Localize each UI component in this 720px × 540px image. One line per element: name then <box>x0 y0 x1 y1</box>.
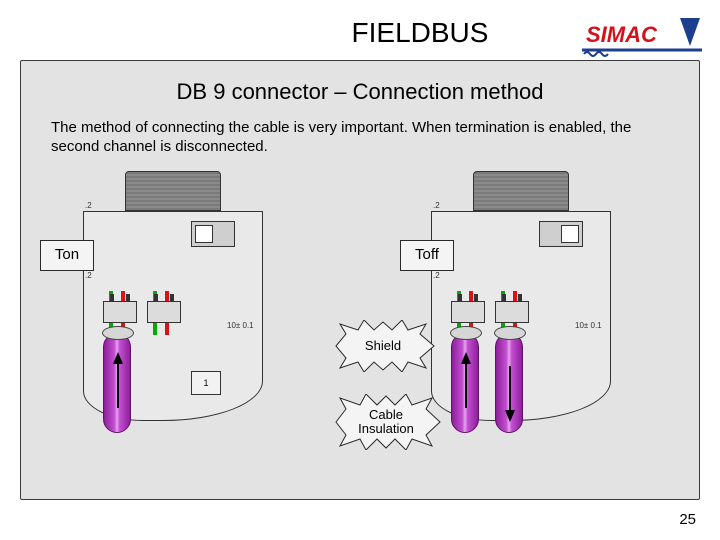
page-number: 25 <box>679 511 696 528</box>
callout-toff-label: Toff <box>415 246 439 263</box>
terminal-block <box>103 301 137 323</box>
dim-label: 10± 0.1 <box>575 321 602 330</box>
cable-icon <box>495 333 523 433</box>
dim-label: .2 <box>85 201 92 210</box>
callout-shield-label: Shield <box>359 339 407 353</box>
cable-icon <box>451 333 479 433</box>
termination-switch-on <box>191 221 235 247</box>
switch-slider-icon <box>195 225 213 243</box>
mini-box: 1 <box>191 371 221 395</box>
connector-right: .2 .2 10± 0.1 <box>409 171 641 451</box>
dim-label: .2 <box>433 201 440 210</box>
terminal-block <box>495 301 529 323</box>
simac-logo: SIMAC <box>582 16 702 58</box>
callout-cable-insulation-label: Cable Insulation <box>352 408 420 435</box>
switch-slider-icon <box>561 225 579 243</box>
callout-ton-label: Ton <box>55 246 79 263</box>
slide-body-text: The method of connecting the cable is ve… <box>51 119 669 157</box>
connector-left: .2 .2 10± 0.1 <box>61 171 293 451</box>
callout-shield-starburst: Shield <box>330 320 436 372</box>
callout-toff: Toff <box>400 240 454 271</box>
terminal-block <box>451 301 485 323</box>
dim-label: .2 <box>433 271 440 280</box>
db9-shell-icon <box>473 171 569 211</box>
db9-shell-icon <box>125 171 221 211</box>
cable-cap-icon <box>102 326 134 340</box>
callout-ton: Ton <box>40 240 94 271</box>
cable-cap-icon <box>450 326 482 340</box>
arrow-up-icon <box>113 352 123 364</box>
title-bar: FIELDBUS SIMAC <box>0 10 720 56</box>
dim-label: .2 <box>85 271 92 280</box>
callout-cable-insulation-starburst: Cable Insulation <box>330 394 442 450</box>
mini-box-label: 1 <box>203 378 208 388</box>
slide: FIELDBUS SIMAC DB 9 connector – Connecti… <box>0 0 720 540</box>
logo-text: SIMAC <box>586 22 658 47</box>
arrow-up-icon <box>461 352 471 364</box>
dim-label: 10± 0.1 <box>227 321 254 330</box>
cable-cap-icon <box>494 326 526 340</box>
termination-switch-off <box>539 221 583 247</box>
cable-icon <box>103 333 131 433</box>
arrow-down-icon <box>505 410 515 422</box>
terminal-block <box>147 301 181 323</box>
slide-subtitle: DB 9 connector – Connection method <box>21 79 699 105</box>
